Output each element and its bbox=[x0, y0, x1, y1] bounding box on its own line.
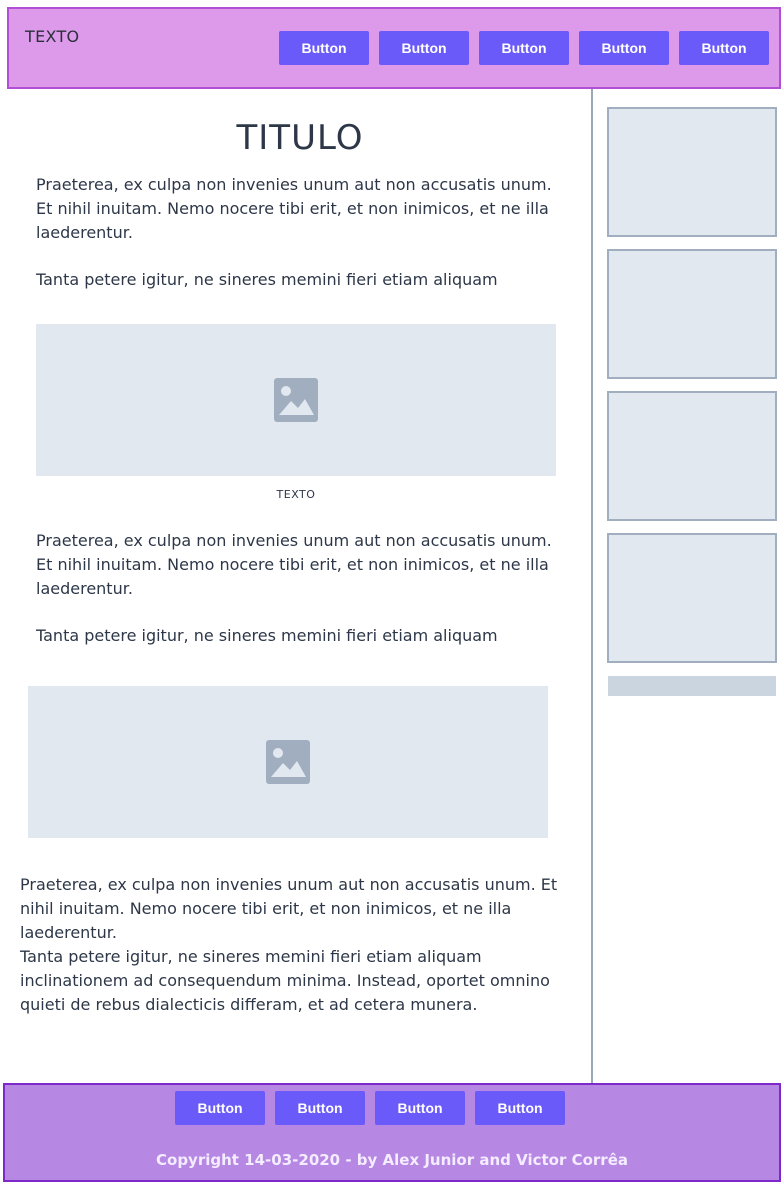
header-button-4[interactable]: Button bbox=[579, 31, 669, 65]
section2-paragraph-2: Tanta petere igitur, ne sineres memini f… bbox=[36, 626, 498, 645]
sidebar-card-2[interactable] bbox=[607, 249, 777, 379]
sidebar-bar bbox=[608, 676, 776, 696]
footer-button-2[interactable]: Button bbox=[275, 1091, 365, 1125]
header-button-3[interactable]: Button bbox=[479, 31, 569, 65]
header-button-1[interactable]: Button bbox=[279, 31, 369, 65]
section2-paragraph-1: Praeterea, ex culpa non invenies unum au… bbox=[36, 531, 552, 598]
sidebar-divider bbox=[591, 89, 593, 1084]
section3-paragraph-1: Praeterea, ex culpa non invenies unum au… bbox=[20, 875, 558, 942]
section3-paragraph-2: Tanta petere igitur, ne sineres memini f… bbox=[20, 947, 550, 1014]
header: TEXTO Button Button Button Button Button bbox=[7, 7, 781, 89]
sidebar-card-1[interactable] bbox=[607, 107, 777, 237]
section1-paragraph-2: Tanta petere igitur, ne sineres memini f… bbox=[36, 270, 498, 289]
footer-button-4[interactable]: Button bbox=[475, 1091, 565, 1125]
image-placeholder-icon bbox=[266, 740, 310, 784]
section1-paragraph-1: Praeterea, ex culpa non invenies unum au… bbox=[36, 175, 552, 242]
image-placeholder-1 bbox=[36, 324, 556, 476]
page: TEXTO Button Button Button Button Button… bbox=[0, 0, 784, 1184]
image-placeholder-icon bbox=[274, 378, 318, 422]
header-button-5[interactable]: Button bbox=[679, 31, 769, 65]
page-title: TITULO bbox=[236, 118, 364, 158]
image-placeholder-2 bbox=[28, 686, 548, 838]
header-brand-text: TEXTO bbox=[25, 27, 80, 46]
footer-button-3[interactable]: Button bbox=[375, 1091, 465, 1125]
header-button-2[interactable]: Button bbox=[379, 31, 469, 65]
footer: Button Button Button Button Copyright 14… bbox=[3, 1083, 781, 1182]
sidebar-card-3[interactable] bbox=[607, 391, 777, 521]
image-caption: TEXTO bbox=[276, 488, 316, 501]
footer-button-1[interactable]: Button bbox=[175, 1091, 265, 1125]
copyright-text: Copyright 14-03-2020 - by Alex Junior an… bbox=[156, 1151, 628, 1169]
sidebar-card-4[interactable] bbox=[607, 533, 777, 663]
